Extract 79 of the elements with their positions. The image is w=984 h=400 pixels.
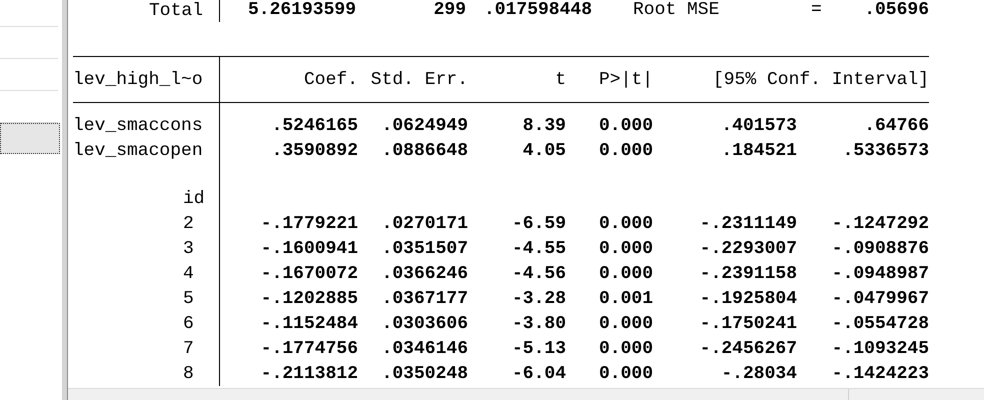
table-cell-text: -.1424223 (830, 364, 929, 384)
table-cell-text: -6.59 (510, 214, 566, 234)
table-cell-text: -.2391158 (698, 264, 797, 284)
table-cell-text: -.1152484 (260, 314, 358, 334)
row-label: Total (148, 1, 203, 21)
table-cell-text: -.0479967 (830, 288, 929, 308)
row-label: 4 (183, 264, 194, 284)
table-cell-text: -.2113812 (260, 364, 358, 384)
table-cell-text: 0.000 (598, 264, 653, 284)
column-header: P>|t| (598, 70, 653, 90)
table-cell-text: .0886648 (380, 140, 468, 160)
column-header: [95% Conf. Interval] (712, 70, 929, 90)
table-cell-text: 0.000 (598, 338, 653, 358)
row-label: 7 (183, 338, 194, 358)
table-cell-text: .0366246 (380, 264, 468, 284)
table-cell-text: -6.04 (510, 364, 566, 384)
table-cell-text: -4.55 (510, 238, 566, 258)
table-cell-text: 0.000 (598, 314, 653, 334)
table-cell-text: .0270171 (380, 214, 468, 234)
row-label: 5 (183, 288, 194, 308)
table-cell-text: .0350248 (380, 364, 468, 384)
stat-value: .05696 (863, 0, 929, 20)
table-cell-text: -.1925804 (698, 288, 797, 308)
table-cell-text: 0.001 (598, 288, 653, 308)
table-cell-text: -.1750241 (698, 314, 797, 334)
table-cell-text: 0.000 (598, 116, 653, 136)
table-cell-text: -.1774756 (260, 338, 358, 358)
table-cell-text: -3.28 (510, 288, 566, 308)
table-cell-text: -5.13 (510, 338, 566, 358)
row-label: lev_smacopen (73, 140, 203, 160)
table-cell-text: .0303606 (380, 314, 468, 334)
table-cell-text: .0367177 (380, 288, 468, 308)
row-label: 3 (183, 238, 194, 258)
table-cell-text: -4.56 (510, 264, 566, 284)
table-cell-text: 299 (432, 0, 466, 20)
table-cell-text: .184521 (720, 140, 797, 160)
row-label: lev_smaccons (73, 116, 203, 136)
dependent-variable: lev_high_l~o (73, 70, 203, 90)
table-cell-text: .5246165 (270, 116, 358, 136)
table-cell-text: -.2311149 (698, 214, 797, 234)
column-header: Std. Err. (370, 70, 468, 90)
sidebar-item[interactable] (0, 123, 60, 154)
table-cell-text: .0351507 (380, 238, 468, 258)
table-cell-text: -.0948987 (830, 264, 929, 284)
table-cell-text: -.1202885 (260, 288, 358, 308)
table-cell-text: .0624949 (380, 116, 468, 136)
table-cell-text: .3590892 (270, 140, 358, 160)
table-cell-text: 0.000 (598, 238, 653, 258)
table-cell-text: -.1247292 (830, 214, 929, 234)
table-cell-text: .0346146 (380, 338, 468, 358)
table-cell-text: 5.26193599 (247, 0, 358, 20)
column-header: Coef. (302, 70, 358, 90)
row-label: 6 (183, 314, 194, 334)
table-cell-text: -.2456267 (698, 338, 797, 358)
stat-label: Root MSE (633, 0, 720, 20)
table-cell-text: -.0908876 (830, 238, 929, 258)
table-cell-text: -.0554728 (830, 314, 929, 334)
table-cell-text: 8.39 (522, 116, 566, 136)
column-header: t (554, 70, 566, 90)
table-cell-text: .5336573 (842, 140, 929, 160)
table-cell-text: 0.000 (598, 214, 653, 234)
table-cell-text: -.2293007 (698, 238, 797, 258)
equals-sign: = (811, 0, 823, 20)
table-cell-text: -.28034 (720, 364, 797, 384)
table-cell-text: -.1670072 (260, 264, 358, 284)
horizontal-scrollbar[interactable] (68, 388, 984, 400)
table-cell-text: -.1779221 (260, 214, 358, 234)
table-cell-text: 0.000 (598, 364, 653, 384)
table-cell-text: -.1600941 (260, 238, 358, 258)
table-cell-text: .017598448 (483, 0, 594, 20)
table-cell-text: 0.000 (598, 140, 653, 160)
table-cell-text: -.1093245 (830, 338, 929, 358)
table-cell-text: .64766 (863, 116, 929, 136)
table-cell-text: 4.05 (522, 140, 566, 160)
row-label: 8 (183, 364, 194, 384)
group-label: id (183, 188, 205, 208)
table-cell-text: .401573 (720, 116, 797, 136)
row-label: 2 (183, 214, 194, 234)
table-cell-text: -3.80 (510, 314, 566, 334)
